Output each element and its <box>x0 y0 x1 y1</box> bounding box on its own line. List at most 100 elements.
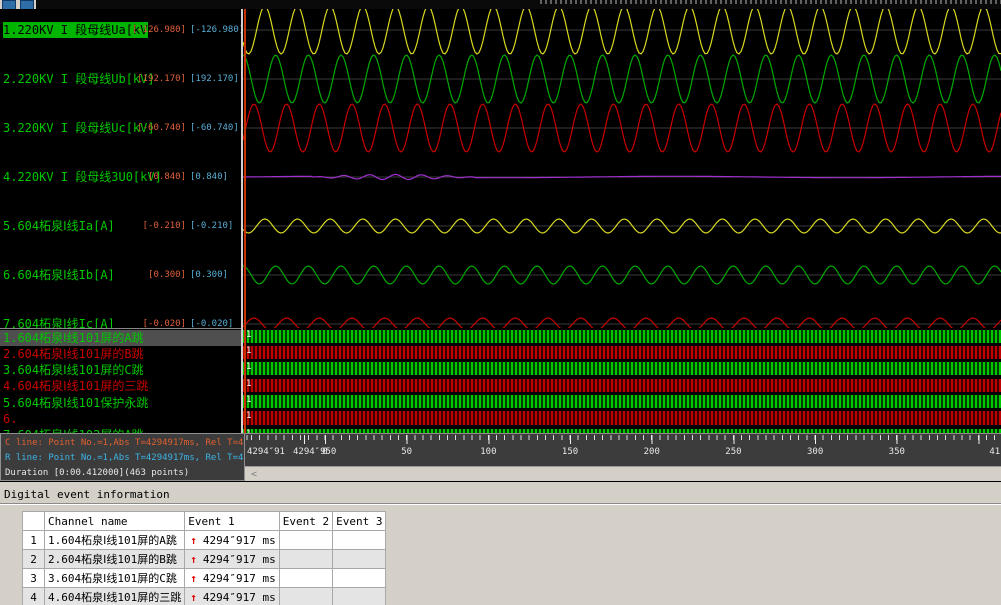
digital-channel-row[interactable]: 2.604柘泉Ⅰ线101屏的B跳 <box>0 346 241 362</box>
cell-index: 4 <box>23 588 45 605</box>
waveform-trace <box>243 318 1001 328</box>
clipped-title-text <box>540 0 1001 4</box>
time-cursor-line[interactable] <box>244 9 246 433</box>
cell-channel-name: 3.604柘泉Ⅰ线101屏的C跳 <box>45 569 185 588</box>
cell-event2 <box>279 550 332 569</box>
cell-event1: ↑4294″917 ms <box>185 531 279 550</box>
digital-state-value: 1 <box>246 330 251 341</box>
digital-state-bar: 1 <box>243 411 1001 425</box>
analog-channel-row[interactable]: 3.220KV I 段母线Uc[kV][-60.740][-60.740] <box>0 120 241 136</box>
time-axis: 4294″91 4294″950 05010015020025030035041 <box>245 433 1001 466</box>
toolbar-fragment <box>0 0 36 9</box>
analog-value-rel: [0.300] <box>190 267 241 283</box>
separator <box>0 503 1001 505</box>
digital-state-bar: 1 <box>243 330 1001 343</box>
cell-event3 <box>333 569 386 588</box>
analog-channel-row[interactable]: 1.220KV I 段母线Ua[kV][-126.980][-126.980] <box>0 22 241 38</box>
col-header-event3: Event 3 <box>333 512 386 531</box>
event-table-row[interactable]: 22.604柘泉Ⅰ线101屏的B跳↑4294″917 ms <box>23 550 386 569</box>
cell-index: 3 <box>23 569 45 588</box>
analog-channel-row[interactable]: 2.220KV I 段母线Ub[kV][192.170][192.170] <box>0 71 241 87</box>
horizontal-scrollbar[interactable]: < <box>245 466 1001 481</box>
event-table-row[interactable]: 11.604柘泉Ⅰ线101屏的A跳↑4294″917 ms <box>23 531 386 550</box>
analog-value-abs: [0.840] <box>98 169 186 185</box>
analog-value-rel: [-0.020] <box>190 316 241 328</box>
c-cursor-status: C line: Point No.=1,Abs T=4294917ms, Rel… <box>5 438 245 448</box>
col-header-channel: Channel name <box>45 512 185 531</box>
axis-tick-label: 150 <box>562 447 578 457</box>
cell-channel-name: 2.604柘泉Ⅰ线101屏的B跳 <box>45 550 185 569</box>
analog-channel-row[interactable]: 4.220KV I 段母线3U0[kV][0.840][0.840] <box>0 169 241 185</box>
cell-event2 <box>279 588 332 605</box>
cell-event2 <box>279 569 332 588</box>
analog-value-abs: [-0.020] <box>98 316 186 328</box>
event-table-row[interactable]: 44.604柘泉Ⅰ线101屏的三跳↑4294″917 ms <box>23 588 386 605</box>
event-rise-arrow-icon: ↑ <box>190 572 197 585</box>
event-rise-arrow-icon: ↑ <box>190 534 197 547</box>
analog-value-abs: [0.300] <box>98 267 186 283</box>
col-header-index <box>23 512 45 531</box>
analog-value-rel: [0.840] <box>190 169 241 185</box>
axis-cursor-time-label: 4294″91 <box>247 447 285 457</box>
waveform-analyzer-window: 1.220KV I 段母线Ua[kV][-126.980][-126.980] 2… <box>0 0 1001 605</box>
cell-channel-name: 4.604柘泉Ⅰ线101屏的三跳 <box>45 588 185 605</box>
axis-tick-label: 300 <box>807 447 823 457</box>
analog-value-abs: [192.170] <box>98 71 186 87</box>
analog-value-rel: [-126.980] <box>190 22 241 38</box>
axis-tick-label: 41 <box>989 447 1000 457</box>
analog-channel-row[interactable]: 6.604柘泉Ⅰ线Ib[A][0.300][0.300] <box>0 267 241 283</box>
digital-channel-row[interactable]: 5.604柘泉Ⅰ线101保护永跳 <box>0 395 241 411</box>
axis-tick-label: 200 <box>644 447 660 457</box>
analog-channel-list: 1.220KV I 段母线Ua[kV][-126.980][-126.980] 2… <box>0 9 241 328</box>
axis-tick-label: 350 <box>889 447 905 457</box>
analog-value-rel: [192.170] <box>190 71 241 87</box>
section-title: Digital event information <box>4 488 170 501</box>
cell-event3 <box>333 550 386 569</box>
cell-index: 2 <box>23 550 45 569</box>
digital-channel-list: 1.604柘泉Ⅰ线101屏的A跳2.604柘泉Ⅰ线101屏的B跳3.604柘泉Ⅰ… <box>0 328 241 433</box>
digital-state-value: 1 <box>246 362 251 373</box>
analog-waveform-area[interactable] <box>241 9 1001 328</box>
axis-tick-label: 0 <box>322 447 327 457</box>
digital-state-value: 1 <box>246 395 251 406</box>
digital-state-bar: 1 <box>243 395 1001 408</box>
cell-event3 <box>333 531 386 550</box>
digital-channel-row[interactable]: 4.604柘泉Ⅰ线101屏的三跳 <box>0 378 241 394</box>
axis-major-ticks <box>245 435 1001 444</box>
col-header-event2: Event 2 <box>279 512 332 531</box>
analog-channel-row[interactable]: 7.604柘泉Ⅰ线Ic[A][-0.020][-0.020] <box>0 316 241 328</box>
digital-channel-row[interactable]: 1.604柘泉Ⅰ线101屏的A跳 <box>0 330 241 346</box>
analog-value-abs: [-0.210] <box>98 218 186 234</box>
digital-state-bar: 1 <box>243 379 1001 392</box>
cell-index: 1 <box>23 531 45 550</box>
analog-value-rel: [-0.210] <box>190 218 241 234</box>
digital-state-value: 1 <box>246 346 251 357</box>
cursor-status-panel: C line: Point No.=1,Abs T=4294917ms, Rel… <box>0 433 245 481</box>
analog-value-abs: [-126.980] <box>98 22 186 38</box>
digital-event-panel: Digital event information Channel name E… <box>0 482 1001 605</box>
cell-event2 <box>279 531 332 550</box>
cell-event1: ↑4294″917 ms <box>185 588 279 605</box>
title-bar-clipped <box>0 0 1001 9</box>
scroll-left-arrow-icon[interactable]: < <box>247 469 261 480</box>
digital-state-bar: 1 <box>243 362 1001 375</box>
digital-channel-row[interactable]: 6. <box>0 411 241 427</box>
digital-state-bar: 1 <box>243 346 1001 359</box>
col-header-event1: Event 1 <box>185 512 279 531</box>
digital-state-area[interactable]: 1111111 <box>241 328 1001 433</box>
waveform-plot <box>243 9 1001 328</box>
digital-channel-row[interactable]: 3.604柘泉Ⅰ线101屏的C跳 <box>0 362 241 378</box>
axis-tick-label: 50 <box>401 447 412 457</box>
cell-event1: ↑4294″917 ms <box>185 569 279 588</box>
event-table-row[interactable]: 33.604柘泉Ⅰ线101屏的C跳↑4294″917 ms <box>23 569 386 588</box>
event-rise-arrow-icon: ↑ <box>190 591 197 604</box>
cell-event3 <box>333 588 386 605</box>
waveform-trace <box>243 9 1001 54</box>
analog-value-rel: [-60.740] <box>190 120 241 136</box>
table-header-row: Channel name Event 1 Event 2 Event 3 <box>23 512 386 531</box>
digital-state-value: 1 <box>246 379 251 390</box>
r-cursor-status: R line: Point No.=1,Abs T=4294917ms, Rel… <box>5 453 245 463</box>
event-rise-arrow-icon: ↑ <box>190 553 197 566</box>
cell-event1: ↑4294″917 ms <box>185 550 279 569</box>
analog-channel-row[interactable]: 5.604柘泉Ⅰ线Ia[A][-0.210][-0.210] <box>0 218 241 234</box>
